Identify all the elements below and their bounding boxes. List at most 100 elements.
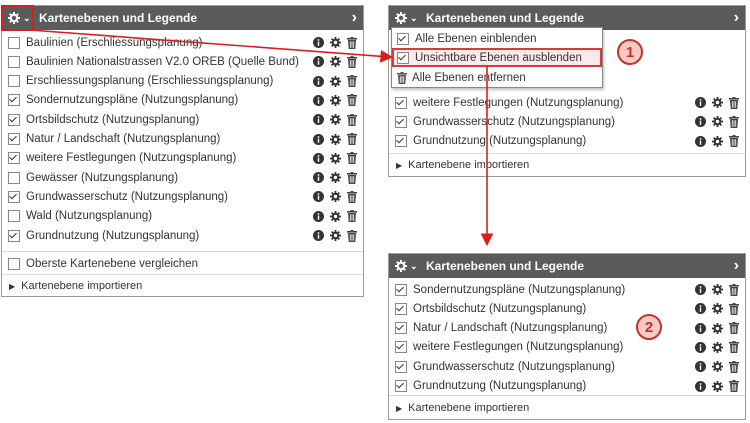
trash-icon[interactable] [347,75,357,88]
layer-checkbox[interactable] [395,135,407,148]
trash-icon[interactable] [729,135,739,148]
gear-icon[interactable] [330,230,341,241]
layer-row[interactable]: Natur / Landschaft (Nutzungsplanung) [389,319,745,338]
info-icon[interactable] [695,116,706,128]
layer-checkbox[interactable] [8,94,20,107]
layer-row[interactable]: Baulinien (Erschliessungsplanung) [2,33,363,52]
layer-row[interactable]: Erschliessungsplanung (Erschliessungspla… [2,72,363,91]
gear-icon[interactable] [330,56,341,68]
layer-checkbox[interactable] [395,322,407,335]
layer-row[interactable]: Grundnutzung (Nutzungsplanung) [2,226,363,245]
layer-checkbox[interactable] [8,229,20,242]
layer-row[interactable]: weitere Festlegungen (Nutzungsplanung) [389,93,745,112]
layer-checkbox[interactable] [8,210,20,223]
gear-icon[interactable] [712,322,723,334]
gear-icon[interactable] [330,191,341,203]
info-icon[interactable] [313,75,324,87]
layer-checkbox[interactable] [8,152,20,165]
trash-icon[interactable] [729,302,739,315]
gear-icon[interactable] [712,284,723,295]
trash-icon[interactable] [347,152,357,165]
layer-row[interactable]: Wald (Nutzungsplanung) [2,207,363,226]
layer-row[interactable]: Ortsbildschutz (Nutzungsplanung) [2,110,363,129]
info-icon[interactable] [313,152,324,164]
layer-checkbox[interactable] [8,133,20,145]
info-icon[interactable] [313,191,324,203]
info-icon[interactable] [695,135,706,147]
compare-layer-row[interactable]: Oberste Kartenebene vergleichen [2,254,363,273]
gear-icon[interactable] [393,12,409,24]
gear-icon[interactable] [712,380,723,392]
trash-icon[interactable] [729,283,739,296]
layer-row[interactable]: Grundnutzung (Nutzungsplanung) [389,377,745,396]
menu-item-remove-all[interactable]: Alle Ebenen entfernen [392,68,602,87]
info-icon[interactable] [695,322,706,334]
layer-row[interactable]: Baulinien Nationalstrassen V2.0 ÖREB (Qu… [2,52,363,71]
gear-icon[interactable] [712,303,723,315]
chevron-right-icon[interactable]: › [734,257,739,275]
trash-icon[interactable] [347,55,357,68]
menu-item-show-all[interactable]: Alle Ebenen einblenden [392,29,602,48]
layer-row[interactable]: Grundwasserschutz (Nutzungsplanung) [2,187,363,206]
trash-icon[interactable] [729,96,739,109]
layer-checkbox[interactable] [395,380,407,392]
chevron-right-icon[interactable]: › [734,9,739,27]
trash-icon[interactable] [347,94,357,107]
layer-row[interactable]: Grundwasserschutz (Nutzungsplanung) [389,357,745,376]
menu-item-hide-invisible[interactable]: Unsichtbare Ebenen ausblenden [392,48,602,67]
gear-icon[interactable] [330,75,341,87]
info-icon[interactable] [313,56,324,68]
layer-row[interactable]: Grundwasserschutz (Nutzungsplanung) [389,112,745,131]
layer-row[interactable]: Ortsbildschutz (Nutzungsplanung) [389,299,745,318]
layer-checkbox[interactable] [395,360,407,373]
trash-icon[interactable] [347,210,357,223]
chevron-down-icon[interactable]: ⌄ [410,13,420,24]
layer-row[interactable]: Sondernutzungspläne (Nutzungsplanung) [2,91,363,110]
gear-icon[interactable] [712,361,723,373]
trash-icon[interactable] [729,115,739,128]
info-icon[interactable] [695,284,706,295]
trash-icon[interactable] [347,113,357,126]
layer-row[interactable]: Sondernutzungspläne (Nutzungsplanung) [389,280,745,299]
gear-icon[interactable] [712,97,723,108]
trash-icon[interactable] [729,380,739,392]
info-icon[interactable] [695,361,706,373]
gear-icon[interactable] [712,116,723,128]
layer-checkbox[interactable] [8,171,20,184]
trash-icon[interactable] [347,36,357,49]
layer-checkbox[interactable] [395,283,407,296]
layer-checkbox[interactable] [8,55,20,68]
info-icon[interactable] [313,94,324,106]
chevron-down-icon[interactable]: ⌄ [410,261,420,272]
gear-icon[interactable] [330,37,341,48]
trash-icon[interactable] [729,322,739,335]
gear-icon[interactable] [712,135,723,147]
info-icon[interactable] [313,210,324,222]
gear-icon[interactable] [330,152,341,164]
gear-icon[interactable] [330,172,341,184]
layer-row[interactable]: Natur / Landschaft (Nutzungsplanung) [2,130,363,149]
trash-icon[interactable] [347,171,357,184]
trash-icon[interactable] [347,190,357,203]
info-icon[interactable] [695,97,706,108]
info-icon[interactable] [313,172,324,184]
gear-icon[interactable] [712,341,723,353]
info-icon[interactable] [695,303,706,315]
layer-checkbox[interactable] [395,341,407,354]
import-layer-row[interactable]: ▶ Kartenebene importieren [2,276,363,296]
layer-row[interactable]: weitere Festlegungen (Nutzungsplanung) [389,338,745,357]
info-icon[interactable] [313,230,324,241]
trash-icon[interactable] [347,133,357,145]
layer-checkbox[interactable] [8,113,20,126]
info-icon[interactable] [695,341,706,353]
compare-checkbox[interactable] [8,257,20,270]
info-icon[interactable] [695,380,706,392]
layer-checkbox[interactable] [8,75,20,88]
import-layer-row[interactable]: ▶ Kartenebene importieren [389,398,745,418]
layer-checkbox[interactable] [395,302,407,315]
gear-icon[interactable] [393,260,409,272]
info-icon[interactable] [313,114,324,126]
layer-row[interactable]: weitere Festlegungen (Nutzungsplanung) [2,149,363,168]
layer-checkbox[interactable] [8,36,20,49]
import-layer-row[interactable]: ▶ Kartenebene importieren [389,155,745,175]
